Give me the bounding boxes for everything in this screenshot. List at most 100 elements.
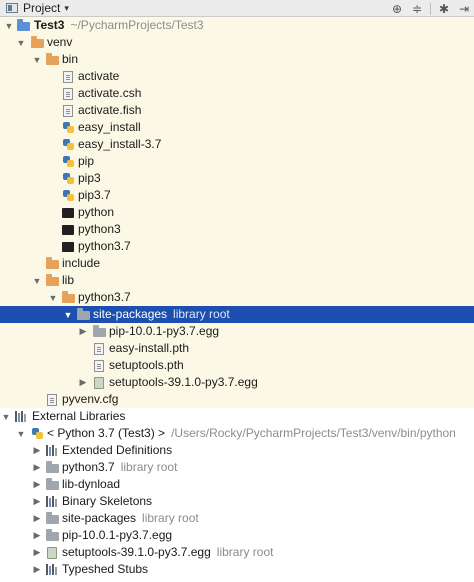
expand-caret-icon[interactable]: ▼ [16,34,26,51]
tree-row-python[interactable]: python [0,204,474,221]
python-file-icon [61,170,75,187]
python-file-icon [61,153,75,170]
tree-row-sdk-setuptools-egg[interactable]: ▶ setuptools-39.1.0-py3.7.egg library roo… [0,544,474,561]
collapse-all-icon[interactable]: ≑ [407,0,427,17]
folder-icon [45,51,59,68]
tree-row-extended-definitions[interactable]: ▶ Extended Definitions [0,442,474,459]
sdk-path: /Users/Rocky/PycharmProjects/Test3/venv/… [171,426,456,440]
tree-row-activate-csh[interactable]: activate.csh [0,85,474,102]
tree-row-python3-7[interactable]: python3.7 [0,238,474,255]
tree-row-venv[interactable]: ▼ venv [0,34,474,51]
tree-row-sdk-pip-egg[interactable]: ▶ pip-10.0.1-py3.7.egg [0,527,474,544]
project-view-selector[interactable]: Project ▾ [0,0,69,17]
config-file-icon [45,391,59,408]
tree-row-binary-skeletons[interactable]: ▶ Binary Skeletons [0,493,474,510]
tree-row-label: python [78,205,115,219]
tree-row-external-libraries[interactable]: ▼ External Libraries [0,408,474,425]
tree-row-label: External Libraries [32,409,126,423]
tree-row-easy-install[interactable]: easy_install [0,119,474,136]
egg-archive-icon [45,544,59,561]
expand-caret-icon[interactable]: ▶ [32,442,42,459]
executable-icon [61,238,75,255]
expand-caret-icon[interactable]: ▼ [48,289,58,306]
expand-caret-icon[interactable]: ▶ [32,476,42,493]
expand-caret-icon[interactable]: ▶ [78,374,88,391]
python-file-icon [61,187,75,204]
folder-icon [45,510,59,527]
tree-row-pip-egg[interactable]: ▶ pip-10.0.1-py3.7.egg [0,323,474,340]
tree-row-setuptools-pth[interactable]: setuptools.pth [0,357,474,374]
tree-row-label: activate [78,69,120,83]
library-root-tag: library root [120,460,178,474]
tree-row-sdk-python3-7[interactable]: ▶ python3.7 library root [0,459,474,476]
hide-panel-icon[interactable]: ⇥ [454,0,474,17]
expand-caret-icon[interactable]: ▼ [63,306,73,323]
python-file-icon [61,136,75,153]
tree-row-include[interactable]: include [0,255,474,272]
toolbar-divider [430,2,431,15]
tree-row-label: Extended Definitions [62,443,173,457]
expand-caret-icon[interactable]: ▼ [16,425,26,442]
tree-row-label: python3.7 [78,290,131,304]
tree-row-python3[interactable]: python3 [0,221,474,238]
expand-caret-icon[interactable]: ▶ [32,561,42,578]
expand-caret-icon[interactable]: ▶ [32,527,42,544]
tree-row-setuptools-egg[interactable]: ▶ setuptools-39.1.0-py3.7.egg [0,374,474,391]
tree-row-sdk-site-packages[interactable]: ▶ site-packages library root [0,510,474,527]
folder-icon [45,476,59,493]
tree-row-bin[interactable]: ▼ bin [0,51,474,68]
python-sdk-icon [30,425,44,442]
expand-caret-icon[interactable]: ▶ [32,493,42,510]
expand-caret-icon[interactable]: ▼ [32,51,42,68]
tree-row-label: lib [62,273,75,287]
tree-row-lib-python3-7[interactable]: ▼ python3.7 [0,289,474,306]
expand-caret-icon[interactable]: ▼ [4,17,14,34]
tree-row-label: setuptools-39.1.0-py3.7.egg [62,545,211,559]
tree-row-lib[interactable]: ▼ lib [0,272,474,289]
tree-row-label: activate.fish [78,103,142,117]
tree-row-label: pip-10.0.1-py3.7.egg [109,324,220,338]
expand-caret-icon[interactable]: ▶ [32,510,42,527]
tree-row-site-packages[interactable]: ▼ site-packages library root [0,306,474,323]
tree-row-activate-fish[interactable]: activate.fish [0,102,474,119]
egg-archive-icon [92,374,106,391]
expand-caret-icon[interactable]: ▶ [78,323,88,340]
folder-icon [61,289,75,306]
folder-icon [45,527,59,544]
tree-row-label: python3.7 [62,460,115,474]
tree-row-pip[interactable]: pip [0,153,474,170]
tree-row-label: pip [78,154,95,168]
expand-caret-icon[interactable]: ▼ [32,272,42,289]
text-file-icon [92,340,106,357]
gear-icon[interactable]: ✱ [434,0,454,17]
tree-row-test3[interactable]: ▼ Test3 ~/PycharmProjects/Test3 [0,17,474,34]
tree-row-pyvenv-cfg[interactable]: pyvenv.cfg [0,391,474,408]
tree-row-pip3-7[interactable]: pip3.7 [0,187,474,204]
python-file-icon [61,119,75,136]
tree-row-easy-install-pth[interactable]: easy-install.pth [0,340,474,357]
folder-icon [92,323,106,340]
libraries-icon [45,442,59,459]
tree-row-activate[interactable]: activate [0,68,474,85]
tree-row-typeshed-stubs[interactable]: ▶ Typeshed Stubs [0,561,474,578]
library-root-tag: library root [216,545,274,559]
tree-row-python-sdk[interactable]: ▼ < Python 3.7 (Test3) > /Users/Rocky/Pyc… [0,425,474,442]
tree-row-label: pip3 [78,171,101,185]
tree-row-pip3[interactable]: pip3 [0,170,474,187]
tree-row-label: pip-10.0.1-py3.7.egg [62,528,173,542]
folder-icon [45,272,59,289]
library-root-tag: library root [142,511,199,525]
tree-row-label: python3 [78,222,121,236]
scroll-from-source-icon[interactable]: ⊕ [387,0,407,17]
project-view-icon [6,3,18,13]
expand-caret-icon[interactable]: ▶ [32,459,42,476]
tree-row-label: site-packages [62,511,137,525]
text-file-icon [61,68,75,85]
libraries-icon [14,408,28,425]
libraries-icon [45,493,59,510]
expand-caret-icon[interactable]: ▼ [1,408,11,425]
tree-row-easy-install-3-7[interactable]: easy_install-3.7 [0,136,474,153]
tree-row-lib-dynload[interactable]: ▶ lib-dynload [0,476,474,493]
text-file-icon [61,85,75,102]
expand-caret-icon[interactable]: ▶ [32,544,42,561]
